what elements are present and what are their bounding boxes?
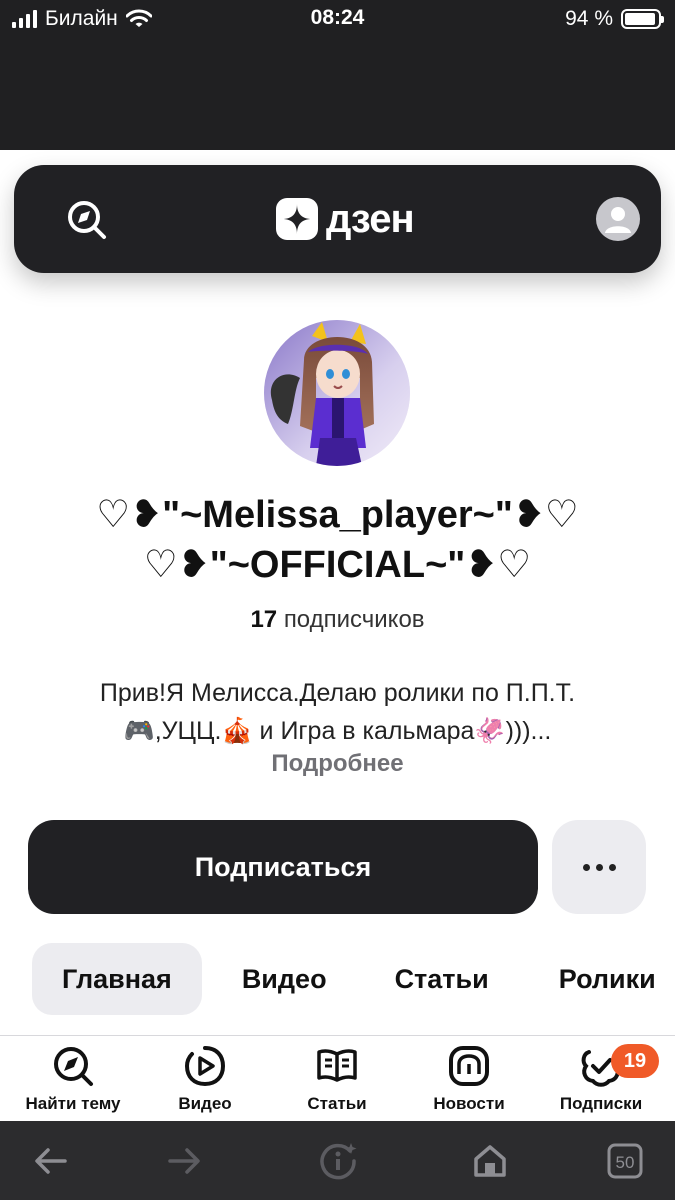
battery-fill bbox=[625, 13, 656, 25]
assistant-icon[interactable] bbox=[318, 1141, 358, 1181]
subscriber-label: подписчиков bbox=[283, 606, 425, 633]
battery-icon bbox=[621, 9, 664, 29]
subscriber-number: 17 bbox=[250, 606, 278, 633]
play-icon bbox=[184, 1046, 226, 1087]
tab-articles[interactable]: Статьи bbox=[395, 943, 489, 1015]
user-avatar-icon[interactable] bbox=[596, 197, 640, 241]
subscriber-count: 17 подписчиков bbox=[0, 606, 675, 634]
channel-name-line1: ♡❥"~Melissa_player~"❥♡ bbox=[96, 494, 579, 536]
nav-video[interactable]: Видео bbox=[135, 1044, 275, 1114]
dzen-logo[interactable]: дзен bbox=[276, 195, 415, 243]
news-icon bbox=[449, 1046, 489, 1086]
forward-arrow-icon[interactable] bbox=[164, 1141, 204, 1181]
dzen-logo-text: дзен bbox=[326, 196, 415, 241]
nav-news[interactable]: Новости bbox=[399, 1044, 539, 1114]
nav-label: Найти тему bbox=[25, 1094, 121, 1113]
nav-label: Статьи bbox=[307, 1094, 367, 1113]
channel-name-line2: ♡❥"~OFFICIAL~"❥♡ bbox=[143, 544, 532, 586]
channel-tabs: Главная Видео Статьи Ролики bbox=[32, 943, 656, 1015]
home-icon[interactable] bbox=[470, 1141, 510, 1181]
channel-avatar bbox=[264, 320, 410, 466]
nav-articles[interactable]: Статьи bbox=[267, 1044, 407, 1114]
ellipsis-icon[interactable] bbox=[552, 820, 646, 914]
more-link[interactable]: Подробнее bbox=[0, 750, 675, 778]
status-right: 94 % bbox=[565, 6, 664, 32]
tab-video[interactable]: Видео bbox=[242, 943, 327, 1015]
channel-name: ♡❥"~Melissa_player~"❥♡ ♡❥"~OFFICIAL~"❥♡ bbox=[0, 490, 675, 590]
dzen-logo-icon bbox=[276, 198, 318, 240]
subscribe-button[interactable]: Подписаться bbox=[28, 820, 538, 914]
tabs-icon[interactable]: 50 bbox=[605, 1141, 645, 1181]
status-bar: Билайн 08:24 94 % bbox=[0, 0, 675, 150]
tab-main[interactable]: Главная bbox=[32, 943, 202, 1015]
compass-icon bbox=[54, 1047, 93, 1086]
description-line1: Прив!Я Мелисса.Делаю ролики по П.П.Т. bbox=[99, 679, 576, 707]
nav-label: Подписки bbox=[559, 1094, 643, 1113]
tab-shorts[interactable]: Ролики bbox=[559, 943, 656, 1015]
battery-percent: 94 % bbox=[565, 7, 613, 30]
compass-search-icon[interactable] bbox=[64, 197, 108, 241]
book-icon bbox=[317, 1049, 357, 1082]
description-line2: 🎮,УЦЦ.🎪 и Игра в кальмара🦑)))... bbox=[123, 717, 552, 745]
nav-label: Новости bbox=[433, 1094, 505, 1113]
back-arrow-icon[interactable] bbox=[31, 1141, 71, 1181]
nav-label: Видео bbox=[178, 1094, 232, 1113]
nav-subscriptions[interactable]: Подписки 19 bbox=[531, 1044, 671, 1114]
nav-find-topic[interactable]: Найти тему bbox=[3, 1044, 143, 1114]
subscriptions-badge: 19 bbox=[611, 1044, 659, 1078]
tab-count: 50 bbox=[616, 1153, 635, 1172]
channel-description: Прив!Я Мелисса.Делаю ролики по П.П.Т. 🎮,… bbox=[40, 674, 635, 750]
bottom-nav: Найти тему Видео Статьи Новости Подписки… bbox=[0, 1035, 675, 1121]
browser-toolbar: 50 bbox=[0, 1121, 675, 1200]
app-header: дзен bbox=[14, 165, 661, 273]
